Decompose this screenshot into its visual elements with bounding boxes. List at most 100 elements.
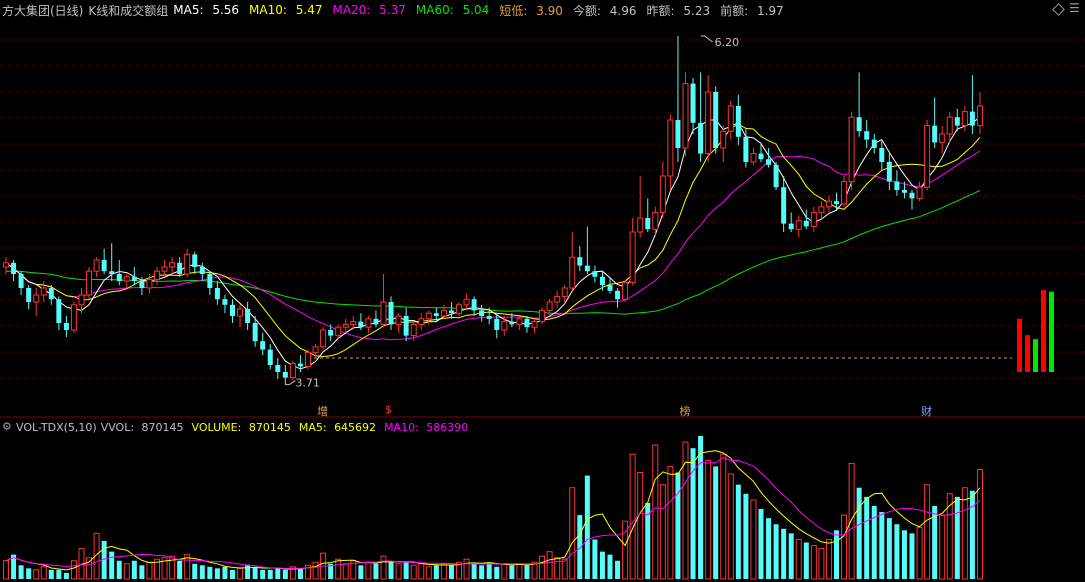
candle-body xyxy=(18,274,24,288)
candle-body xyxy=(275,365,281,372)
volume-bar xyxy=(40,566,47,580)
candle-body xyxy=(380,301,387,325)
candle-body xyxy=(342,323,349,328)
volume-bar xyxy=(961,487,968,580)
menu-icon[interactable]: ☰ xyxy=(1069,2,1081,14)
candle-body xyxy=(48,288,54,300)
event-marker[interactable]: $ xyxy=(385,403,392,416)
volume-bar xyxy=(425,566,432,580)
candle-body xyxy=(425,312,432,320)
volume-bar xyxy=(48,569,54,579)
event-marker[interactable]: 增 xyxy=(317,403,328,419)
candle-body xyxy=(825,200,832,208)
volume-bar xyxy=(969,490,975,579)
candle-body xyxy=(207,274,213,288)
volume-bar xyxy=(766,518,772,579)
volume-bar xyxy=(652,444,659,580)
volume-bar xyxy=(516,563,523,580)
high-pointer xyxy=(700,35,713,43)
candle-body xyxy=(78,294,85,306)
volume-bar xyxy=(440,563,447,580)
ma10-readout: MA10: 5.47 xyxy=(249,3,323,17)
candle-body xyxy=(599,276,605,286)
candle-body xyxy=(615,290,621,300)
volume-bar xyxy=(795,538,802,580)
candle-body xyxy=(577,257,583,266)
event-marker[interactable]: 财 xyxy=(921,403,932,419)
candle-body xyxy=(63,323,69,330)
vol-ma5-line xyxy=(5,450,981,571)
candle-body xyxy=(818,206,825,213)
volume-bar xyxy=(342,563,349,580)
volume-readout: VOLUME: 870145 xyxy=(191,420,291,434)
candle-body xyxy=(727,105,734,132)
candle-body xyxy=(629,231,636,283)
candle-body xyxy=(123,276,130,282)
yesterday-amount-readout: 昨额: 5.23 xyxy=(646,3,711,18)
indicator-name[interactable]: K线和成交额组 xyxy=(88,2,168,19)
candle-body xyxy=(803,220,809,227)
candle-body xyxy=(879,148,885,162)
volume-bar xyxy=(448,565,454,579)
volume-bar xyxy=(659,484,666,580)
candle-body xyxy=(713,92,719,148)
candle-body xyxy=(169,262,176,268)
stock-chart-window: 6.20 3.71 方大集团(日线) K线和成交额组 MA5: 5.56 MA10… xyxy=(0,0,1085,582)
volume-bar xyxy=(675,472,681,579)
candle-body xyxy=(516,318,523,325)
ma60-line xyxy=(5,189,981,315)
candle-body xyxy=(161,266,168,272)
vol-ma5-readout: MA5: 645692 xyxy=(298,420,377,434)
candle-body xyxy=(101,260,107,272)
candle-body xyxy=(433,313,439,316)
candle-body xyxy=(320,329,327,348)
candle-body xyxy=(230,304,235,316)
volume-bar xyxy=(637,472,644,580)
vol-ma10-line xyxy=(5,457,981,569)
volume-bar xyxy=(312,561,319,580)
candle-body xyxy=(116,274,122,281)
candle-body xyxy=(637,217,644,233)
candle-body xyxy=(440,309,447,317)
volume-bar xyxy=(192,563,198,579)
volume-bar xyxy=(403,562,409,579)
candle-body xyxy=(3,262,9,268)
event-marker[interactable]: 榜 xyxy=(680,403,691,419)
ma5-readout: MA5: 5.56 xyxy=(173,3,240,17)
volume-bar xyxy=(230,569,235,579)
candle-body xyxy=(554,295,561,303)
volume-bar xyxy=(713,466,719,579)
candle-body xyxy=(199,267,205,274)
kline-volume-chart[interactable]: 6.20 3.71 xyxy=(0,0,1085,582)
candle-body xyxy=(222,299,228,305)
candle-body xyxy=(365,318,372,328)
volume-bar xyxy=(690,448,696,579)
volume-bar xyxy=(750,499,757,580)
candle-body xyxy=(237,308,244,317)
volume-bar xyxy=(592,539,598,579)
volume-bar xyxy=(698,436,704,579)
candle-body xyxy=(659,175,666,213)
volume-bar xyxy=(18,565,24,579)
candle-body xyxy=(252,323,258,342)
volume-bar xyxy=(358,565,364,579)
candle-body xyxy=(56,299,62,323)
candle-body xyxy=(86,270,93,296)
volume-bar xyxy=(463,558,470,580)
volume-bar xyxy=(524,565,530,579)
candle-body xyxy=(743,136,749,162)
candle-body xyxy=(539,309,546,323)
ma5-line xyxy=(5,116,981,370)
volume-bar xyxy=(909,533,915,579)
candle-body xyxy=(976,105,983,127)
stock-name[interactable]: 方大集团(日线) xyxy=(2,2,83,19)
volume-bar xyxy=(26,568,32,579)
candle-body xyxy=(501,321,508,331)
candle-body xyxy=(463,298,470,306)
candle-body xyxy=(192,254,198,267)
candle-body xyxy=(773,164,779,188)
candle-body xyxy=(531,321,538,328)
volume-indicator-name[interactable]: VOL-TDX(5,10) xyxy=(16,421,97,434)
candle-body xyxy=(750,153,757,163)
candle-body xyxy=(834,201,839,204)
